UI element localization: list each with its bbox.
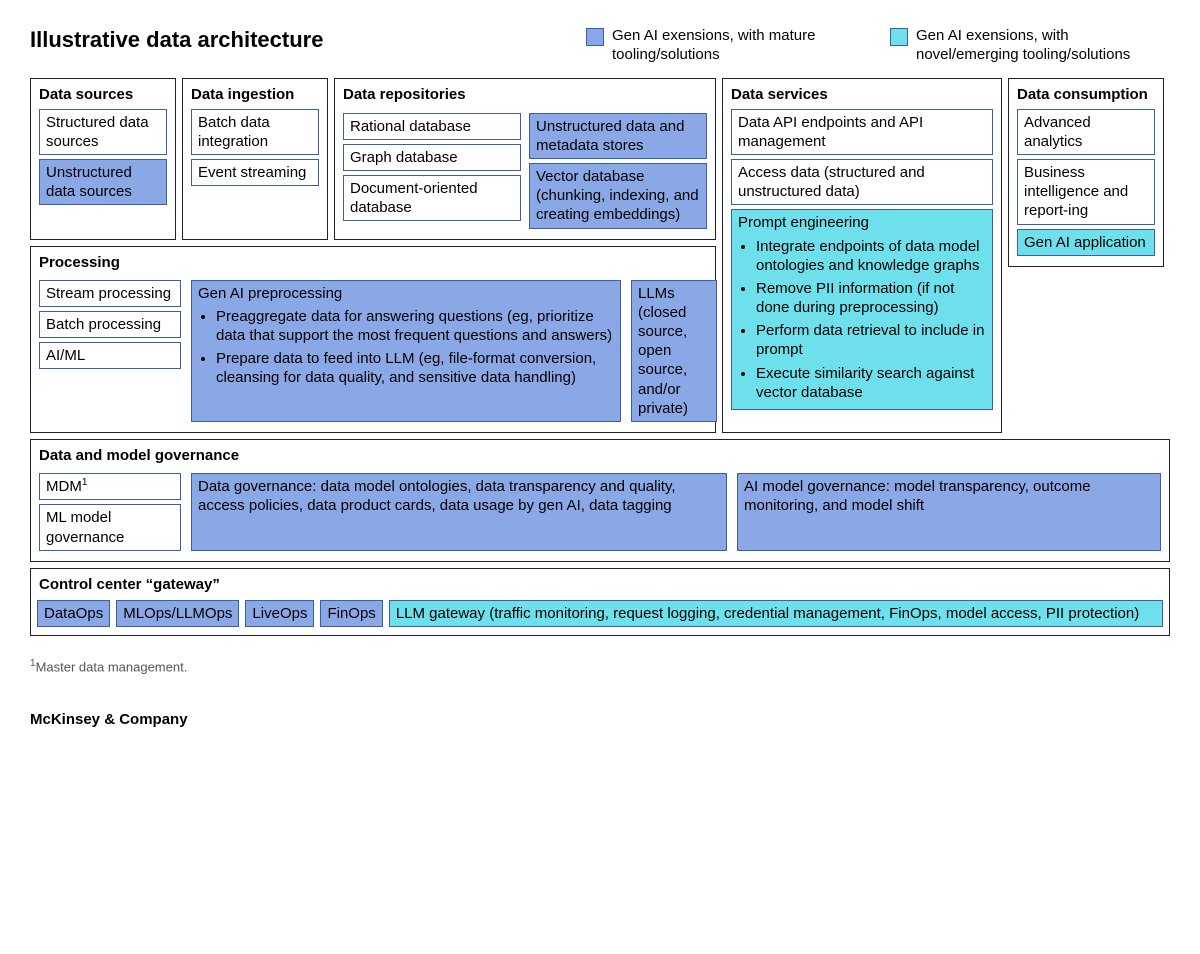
- legend-novel-label: Gen AI exensions, with novel/emerging to…: [916, 26, 1170, 64]
- section-title: Control center “gateway”: [39, 575, 1161, 594]
- box-ml-governance: ML model governance: [39, 504, 181, 550]
- box-rational-db: Rational database: [343, 113, 521, 140]
- box-genai-preprocessing: Gen AI preprocessing Preaggregate data f…: [191, 280, 621, 422]
- prompt-bullet: Execute similarity search against vector…: [756, 364, 986, 402]
- brand: McKinsey & Company: [30, 710, 1170, 729]
- box-access-data: Access data (structured and unstructured…: [731, 159, 993, 205]
- section-title: Data services: [731, 85, 993, 104]
- box-llms: LLMs (closed source, open source, and/or…: [631, 280, 717, 422]
- section-title: Data sources: [39, 85, 167, 104]
- section-processing: Processing Stream processing Batch proce…: [30, 246, 716, 434]
- prompt-bullet: Integrate endpoints of data model ontolo…: [756, 237, 986, 275]
- section-title: Data consumption: [1017, 85, 1155, 104]
- box-finops: FinOps: [320, 600, 382, 627]
- footnote-marker: 1: [82, 477, 88, 488]
- section-data-consumption: Data consumption Advanced analytics Busi…: [1008, 78, 1164, 266]
- prompt-title: Prompt engineering: [738, 213, 986, 232]
- box-advanced-analytics: Advanced analytics: [1017, 109, 1155, 155]
- swatch-novel-icon: [890, 28, 908, 46]
- mdm-label: MDM: [46, 478, 82, 495]
- box-unstructured-sources: Unstructured data sources: [39, 159, 167, 205]
- box-stream-processing: Stream processing: [39, 280, 181, 307]
- box-unstructured-store: Unstructured data and metadata stores: [529, 113, 707, 159]
- box-vector-db: Vector database (chunking, indexing, and…: [529, 163, 707, 229]
- section-title: Data repositories: [343, 85, 707, 104]
- page-title: Illustrative data architecture: [30, 26, 363, 54]
- architecture-grid: Data sources Structured data sources Uns…: [30, 78, 1170, 433]
- prompt-bullet: Remove PII information (if not done duri…: [756, 279, 986, 317]
- swatch-mature-icon: [586, 28, 604, 46]
- legend-mature: Gen AI exensions, with mature tooling/so…: [586, 26, 866, 64]
- box-aiml: AI/ML: [39, 342, 181, 369]
- section-title: Processing: [39, 253, 707, 272]
- section-governance: Data and model governance MDM1 ML model …: [30, 439, 1170, 562]
- prompt-bullet: Perform data retrieval to include in pro…: [756, 321, 986, 359]
- section-data-sources: Data sources Structured data sources Uns…: [30, 78, 176, 239]
- box-mlops: MLOps/LLMOps: [116, 600, 239, 627]
- box-api-endpoints: Data API endpoints and API management: [731, 109, 993, 155]
- box-batch-processing: Batch processing: [39, 311, 181, 338]
- section-title: Data and model governance: [39, 446, 1161, 465]
- legend-novel: Gen AI exensions, with novel/emerging to…: [890, 26, 1170, 64]
- footnote-text: Master data management.: [36, 659, 188, 674]
- box-dataops: DataOps: [37, 600, 110, 627]
- section-gateway: Control center “gateway” DataOps MLOps/L…: [30, 568, 1170, 636]
- section-title: Data ingestion: [191, 85, 319, 104]
- footnote: 1Master data management.: [30, 658, 1170, 676]
- preprocessing-bullet: Preaggregate data for answering question…: [216, 307, 614, 345]
- header: Illustrative data architecture Gen AI ex…: [30, 26, 1170, 64]
- preprocessing-bullet: Prepare data to feed into LLM (eg, file-…: [216, 349, 614, 387]
- legend-mature-label: Gen AI exensions, with mature tooling/so…: [612, 26, 866, 64]
- box-data-governance: Data governance: data model ontologies, …: [191, 473, 727, 551]
- box-structured-sources: Structured data sources: [39, 109, 167, 155]
- box-graph-db: Graph database: [343, 144, 521, 171]
- box-bi-reporting: Business intelligence and report-ing: [1017, 159, 1155, 225]
- section-data-repositories: Data repositories Rational database Grap…: [334, 78, 716, 239]
- box-mdm: MDM1: [39, 473, 181, 500]
- box-genai-application: Gen AI application: [1017, 229, 1155, 256]
- box-ai-governance: AI model governance: model transparency,…: [737, 473, 1161, 551]
- legend: Gen AI exensions, with mature tooling/so…: [586, 26, 1170, 64]
- preprocessing-title: Gen AI preprocessing: [198, 284, 614, 303]
- box-llm-gateway: LLM gateway (traffic monitoring, request…: [389, 600, 1163, 627]
- box-liveops: LiveOps: [245, 600, 314, 627]
- section-data-services: Data services Data API endpoints and API…: [722, 78, 1002, 433]
- section-data-ingestion: Data ingestion Batch data integration Ev…: [182, 78, 328, 239]
- box-batch-integration: Batch data integration: [191, 109, 319, 155]
- box-prompt-engineering: Prompt engineering Integrate endpoints o…: [731, 209, 993, 410]
- box-event-streaming: Event streaming: [191, 159, 319, 186]
- box-document-db: Document-oriented database: [343, 175, 521, 221]
